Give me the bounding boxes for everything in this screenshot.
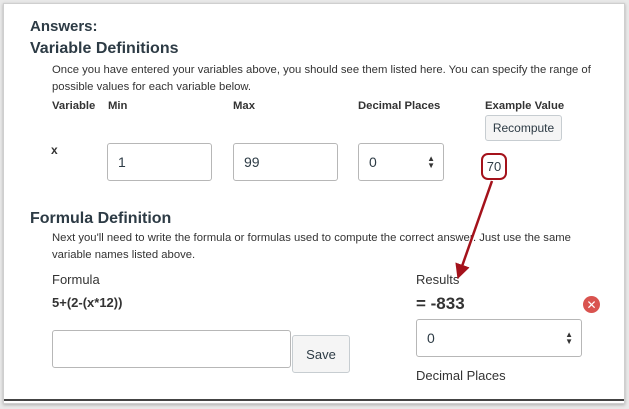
variable-name: x xyxy=(51,143,58,157)
recompute-button[interactable]: Recompute xyxy=(485,115,562,141)
results-label: Results xyxy=(416,272,460,287)
variable-definitions-description: Once you have entered your variables abo… xyxy=(52,64,591,93)
select-arrows-icon: ▲ ▼ xyxy=(427,154,435,170)
formula-label: Formula xyxy=(52,272,100,287)
column-header-decimal-places: Decimal Places xyxy=(358,100,441,112)
column-header-variable: Variable xyxy=(52,100,96,112)
formula-input[interactable] xyxy=(52,330,291,368)
column-header-max: Max xyxy=(233,100,255,112)
result-decimal-places-select[interactable]: 0 ▲ ▼ xyxy=(416,319,582,357)
decimal-places-select[interactable]: 0 ▲ ▼ xyxy=(358,143,444,181)
max-input-value: 99 xyxy=(244,154,260,170)
decimal-places-select-value: 0 xyxy=(369,154,377,170)
min-input[interactable]: 1 xyxy=(107,143,212,181)
formula-text: 5+(2-(x*12)) xyxy=(52,295,123,310)
column-header-example-value: Example Value xyxy=(485,100,565,112)
result-decimal-places-value: 0 xyxy=(427,330,435,346)
answers-heading: Answers: xyxy=(30,18,98,35)
select-arrows-icon: ▲ ▼ xyxy=(565,330,573,346)
formula-definition-description: Next you'll need to write the formula or… xyxy=(52,232,571,261)
max-input[interactable]: 99 xyxy=(233,143,338,181)
column-header-min: Min xyxy=(108,100,128,112)
variable-definitions-heading: Variable Definitions xyxy=(30,40,179,57)
result-value: = -833 xyxy=(416,294,465,313)
screenshot-frame: Answers: Variable Definitions Once you h… xyxy=(3,3,625,404)
divider xyxy=(4,399,624,401)
min-input-value: 1 xyxy=(118,154,126,170)
decimal-places-label: Decimal Places xyxy=(416,368,506,383)
save-button[interactable]: Save xyxy=(292,335,350,373)
remove-icon[interactable]: ✕ xyxy=(583,296,600,313)
formula-definition-heading: Formula Definition xyxy=(30,210,172,227)
example-value: 70 xyxy=(481,153,507,180)
